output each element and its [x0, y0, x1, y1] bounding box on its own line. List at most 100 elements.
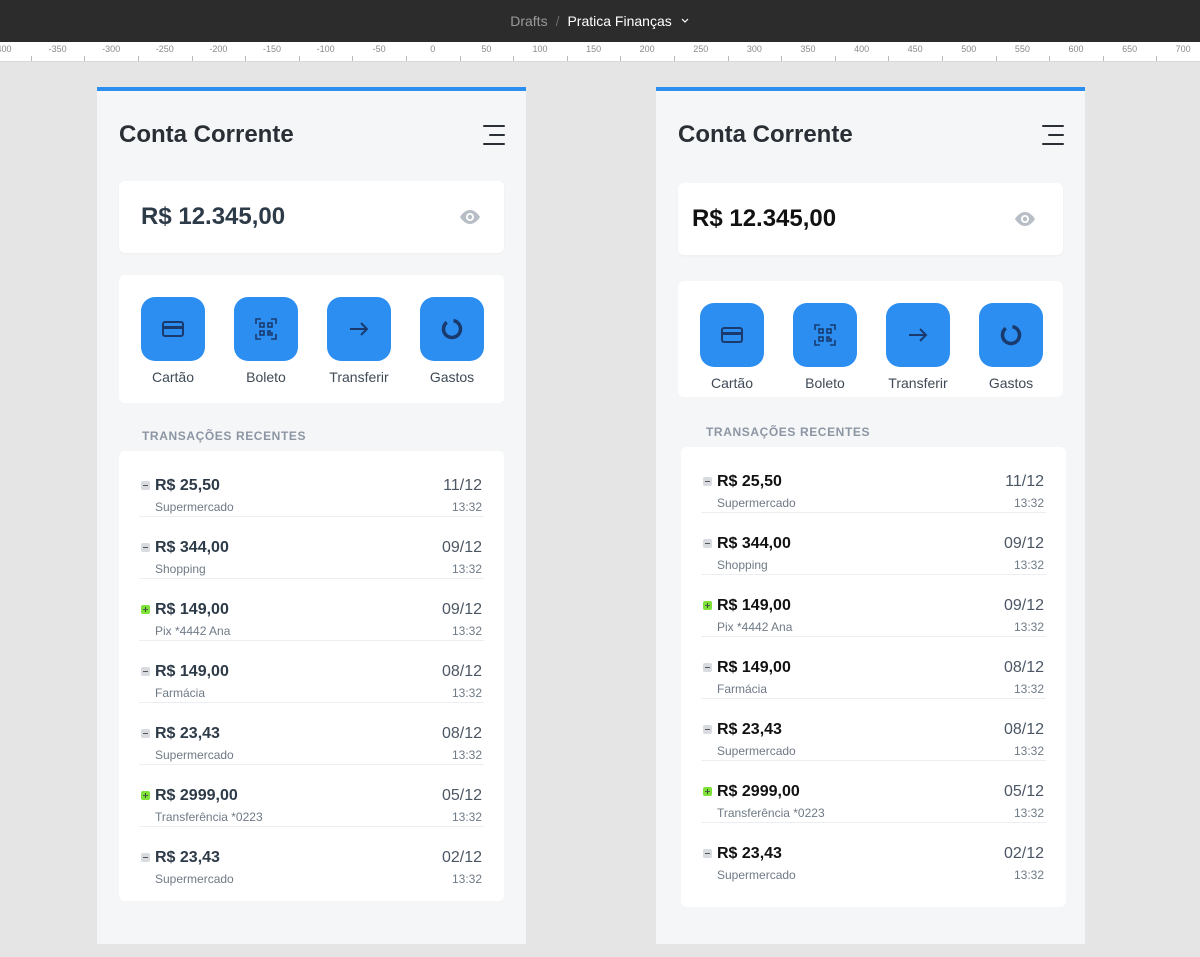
- transaction-time: 13:32: [451, 810, 482, 824]
- transaction-row[interactable]: R$ 23,43 Supermercado 08/12 13:32: [701, 699, 1046, 761]
- transaction-time: 13:32: [451, 748, 482, 762]
- transaction-amount: R$ 344,00: [155, 539, 229, 556]
- transaction-row[interactable]: R$ 25,50 Supermercado 11/12 13:32: [701, 451, 1046, 513]
- action-label: Gastos: [988, 375, 1034, 391]
- ruler-tick-mark: [995, 56, 997, 61]
- chevron-down-icon[interactable]: [680, 15, 690, 25]
- ruler-tick-mark: [942, 56, 943, 61]
- breadcrumb-drafts[interactable]: Drafts: [510, 13, 547, 29]
- transaction-time: 13:32: [1013, 868, 1044, 882]
- menu-icon[interactable]: [483, 125, 505, 145]
- transaction-row[interactable]: R$ 344,00 Shopping 09/12 13:32: [139, 517, 484, 579]
- card-icon: [721, 327, 743, 343]
- action-label: Cartão: [151, 369, 195, 385]
- transaction-date: 08/12: [441, 725, 482, 742]
- transferir-button[interactable]: [327, 297, 391, 361]
- qrcode-icon: [255, 318, 277, 340]
- action-cartao[interactable]: Cartão: [697, 303, 767, 391]
- ruler-tick-label: 400: [854, 44, 870, 54]
- ruler-tick-mark: [191, 56, 193, 61]
- action-boleto[interactable]: Boleto: [790, 303, 860, 391]
- boleto-button[interactable]: [793, 303, 857, 367]
- file-breadcrumb-bar: Drafts / Pratica Finanças: [0, 0, 1200, 42]
- transaction-amount: R$ 149,00: [717, 597, 791, 614]
- transaction-row[interactable]: R$ 344,00 Shopping 09/12 13:32: [701, 513, 1046, 575]
- expense-icon: [141, 853, 150, 862]
- transaction-row[interactable]: R$ 23,43 Supermercado 08/12 13:32: [139, 703, 484, 765]
- transaction-description: Shopping: [155, 562, 206, 576]
- phone-frame-left: Conta Corrente R$ 12.345,00 Cartão Bolet…: [97, 87, 526, 944]
- arrow-right-icon: [350, 322, 369, 336]
- transferir-button[interactable]: [886, 303, 950, 367]
- ruler-tick-mark: [566, 56, 568, 61]
- menu-icon[interactable]: [1042, 125, 1064, 145]
- transaction-time: 13:32: [1013, 682, 1044, 696]
- ruler-tick-mark: [459, 56, 461, 61]
- transaction-row[interactable]: R$ 2999,00 Transferência *0223 05/12 13:32: [701, 761, 1046, 823]
- ruler-tick-mark: [727, 56, 729, 61]
- page-title: Conta Corrente: [119, 121, 294, 148]
- transaction-description: Supermercado: [717, 744, 796, 758]
- ruler-tick-label: 550: [1014, 44, 1030, 54]
- ruler-tick-mark: [30, 56, 32, 61]
- transaction-amount: R$ 23,43: [717, 845, 782, 862]
- transaction-description: Farmácia: [717, 682, 768, 696]
- ruler-tick-label: -200: [209, 44, 228, 54]
- phone-frame-right: Conta Corrente R$ 12.345,00 Cartão Bolet…: [656, 87, 1085, 944]
- action-boleto[interactable]: Boleto: [231, 297, 301, 385]
- transaction-row[interactable]: R$ 2999,00 Transferência *0223 05/12 13:32: [139, 765, 484, 827]
- transaction-row[interactable]: R$ 25,50 Supermercado 11/12 13:32: [139, 455, 484, 517]
- transaction-date: 09/12: [1003, 597, 1044, 614]
- transaction-description: Supermercado: [717, 496, 796, 510]
- transaction-date: 05/12: [441, 787, 482, 804]
- eye-icon[interactable]: [1013, 211, 1037, 227]
- transaction-amount: R$ 344,00: [717, 535, 791, 552]
- balance-card: R$ 12.345,00: [119, 181, 504, 253]
- expense-icon: [703, 539, 712, 548]
- ruler-tick-mark: [1156, 56, 1158, 61]
- transaction-amount: R$ 25,50: [155, 477, 220, 494]
- transaction-row[interactable]: R$ 149,00 Farmácia 08/12 13:32: [139, 641, 484, 703]
- income-icon: [141, 791, 150, 800]
- transaction-description: Farmácia: [155, 686, 206, 700]
- transaction-date: 11/12: [443, 477, 482, 494]
- transaction-description: Supermercado: [155, 748, 234, 762]
- action-transferir[interactable]: Transferir: [324, 297, 394, 385]
- breadcrumb-separator: /: [555, 13, 560, 29]
- transaction-row[interactable]: R$ 23,43 Supermercado 02/12 13:32: [139, 827, 484, 889]
- transaction-date: 02/12: [1003, 845, 1044, 862]
- expense-icon: [141, 729, 150, 738]
- ruler-tick-mark: [245, 56, 247, 61]
- transaction-description: Supermercado: [155, 500, 234, 514]
- transaction-description: Shopping: [717, 558, 768, 572]
- transaction-amount: R$ 2999,00: [717, 783, 800, 800]
- expense-icon: [703, 477, 712, 486]
- eye-icon[interactable]: [458, 209, 482, 225]
- transaction-time: 13:32: [451, 686, 482, 700]
- action-gastos[interactable]: Gastos: [976, 303, 1046, 391]
- action-cartao[interactable]: Cartão: [138, 297, 208, 385]
- transaction-row[interactable]: R$ 23,43 Supermercado 02/12 13:32: [701, 823, 1046, 885]
- boleto-button[interactable]: [234, 297, 298, 361]
- gastos-button[interactable]: [979, 303, 1043, 367]
- gastos-button[interactable]: [420, 297, 484, 361]
- action-gastos[interactable]: Gastos: [417, 297, 487, 385]
- transaction-row[interactable]: R$ 149,00 Pix *4442 Ana 09/12 13:32: [701, 575, 1046, 637]
- transaction-description: Supermercado: [155, 872, 234, 886]
- transaction-date: 05/12: [1003, 783, 1044, 800]
- transaction-description: Pix *4442 Ana: [717, 620, 793, 634]
- action-label: Boleto: [246, 369, 286, 385]
- transaction-row[interactable]: R$ 149,00 Farmácia 08/12 13:32: [701, 637, 1046, 699]
- transaction-row[interactable]: R$ 149,00 Pix *4442 Ana 09/12 13:32: [139, 579, 484, 641]
- horizontal-ruler: 400 -350 -300 -250 -200 -150 -100 -50 0 50 100 150 2…: [0, 42, 1200, 62]
- qrcode-icon: [814, 324, 836, 346]
- action-transferir[interactable]: Transferir: [883, 303, 953, 391]
- quick-actions: Cartão Boleto Transferir Gastos: [678, 281, 1063, 397]
- ruler-tick-mark: [298, 56, 300, 61]
- cartao-button[interactable]: [700, 303, 764, 367]
- ruler-tick-label: 50: [481, 44, 492, 54]
- transaction-date: 11/12: [1005, 473, 1044, 490]
- breadcrumb-file-name[interactable]: Pratica Finanças: [567, 13, 671, 29]
- cartao-button[interactable]: [141, 297, 205, 361]
- ruler-tick-mark: [352, 56, 354, 61]
